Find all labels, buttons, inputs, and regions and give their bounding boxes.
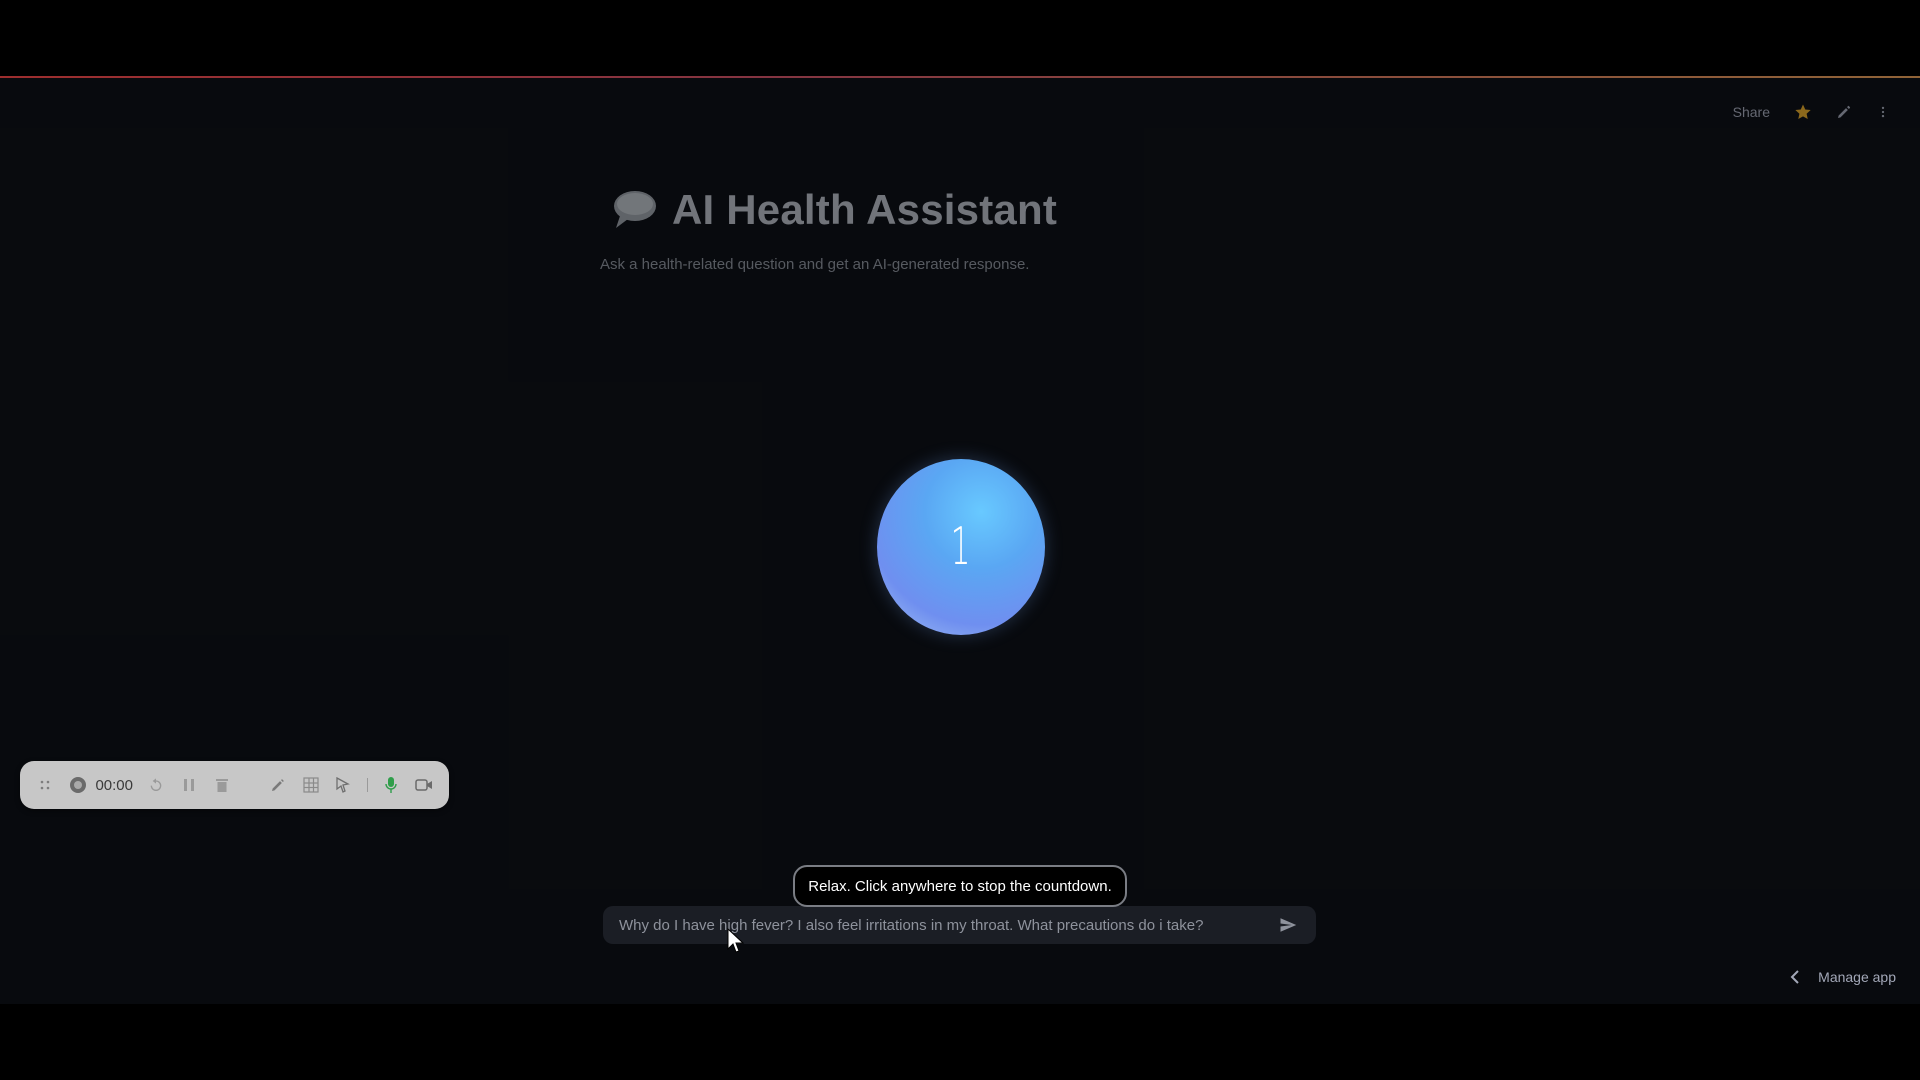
toolbar-separator bbox=[366, 778, 368, 792]
countdown-tooltip: Relax. Click anywhere to stop the countd… bbox=[793, 865, 1127, 907]
speech-bubble-icon bbox=[614, 191, 656, 228]
pen-icon[interactable] bbox=[269, 775, 288, 795]
chevron-left-icon bbox=[1790, 970, 1799, 984]
trash-icon[interactable] bbox=[212, 775, 231, 795]
pause-icon[interactable] bbox=[180, 775, 199, 795]
more-vert-icon[interactable] bbox=[1876, 104, 1890, 120]
countdown-number: 1 bbox=[951, 517, 971, 577]
screen-frame: Share AI Health Assistant Ask a health-r… bbox=[0, 0, 1920, 1080]
drag-handle-icon[interactable] bbox=[36, 775, 55, 795]
star-icon[interactable] bbox=[1794, 103, 1812, 121]
header-toolbar: Share bbox=[1733, 100, 1890, 124]
camera-icon[interactable] bbox=[414, 775, 433, 795]
edit-pencil-icon[interactable] bbox=[1836, 104, 1852, 120]
microphone-icon[interactable] bbox=[382, 775, 401, 795]
restart-icon[interactable] bbox=[147, 775, 166, 795]
send-icon[interactable] bbox=[1276, 913, 1300, 937]
chat-input-container bbox=[603, 906, 1316, 944]
chat-input[interactable] bbox=[619, 916, 1276, 934]
recording-time: 00:00 bbox=[95, 776, 133, 794]
page-subtitle: Ask a health-related question and get an… bbox=[600, 256, 1030, 273]
page-title: AI Health Assistant bbox=[672, 186, 1057, 233]
pointer-icon[interactable] bbox=[334, 775, 353, 795]
share-button[interactable]: Share bbox=[1733, 104, 1770, 120]
title-row: AI Health Assistant bbox=[600, 186, 1320, 234]
screen-recorder-toolbar: 00:00 bbox=[20, 761, 449, 809]
top-decoration-bar bbox=[0, 76, 1920, 78]
grid-icon[interactable] bbox=[301, 775, 320, 795]
record-icon[interactable] bbox=[69, 775, 88, 795]
countdown-circle[interactable]: 1 bbox=[877, 459, 1045, 635]
main-content: AI Health Assistant Ask a health-related… bbox=[600, 186, 1320, 273]
manage-app-label: Manage app bbox=[1818, 969, 1896, 985]
manage-app-button[interactable]: Manage app bbox=[1790, 969, 1896, 985]
mouse-cursor-icon bbox=[727, 928, 745, 953]
